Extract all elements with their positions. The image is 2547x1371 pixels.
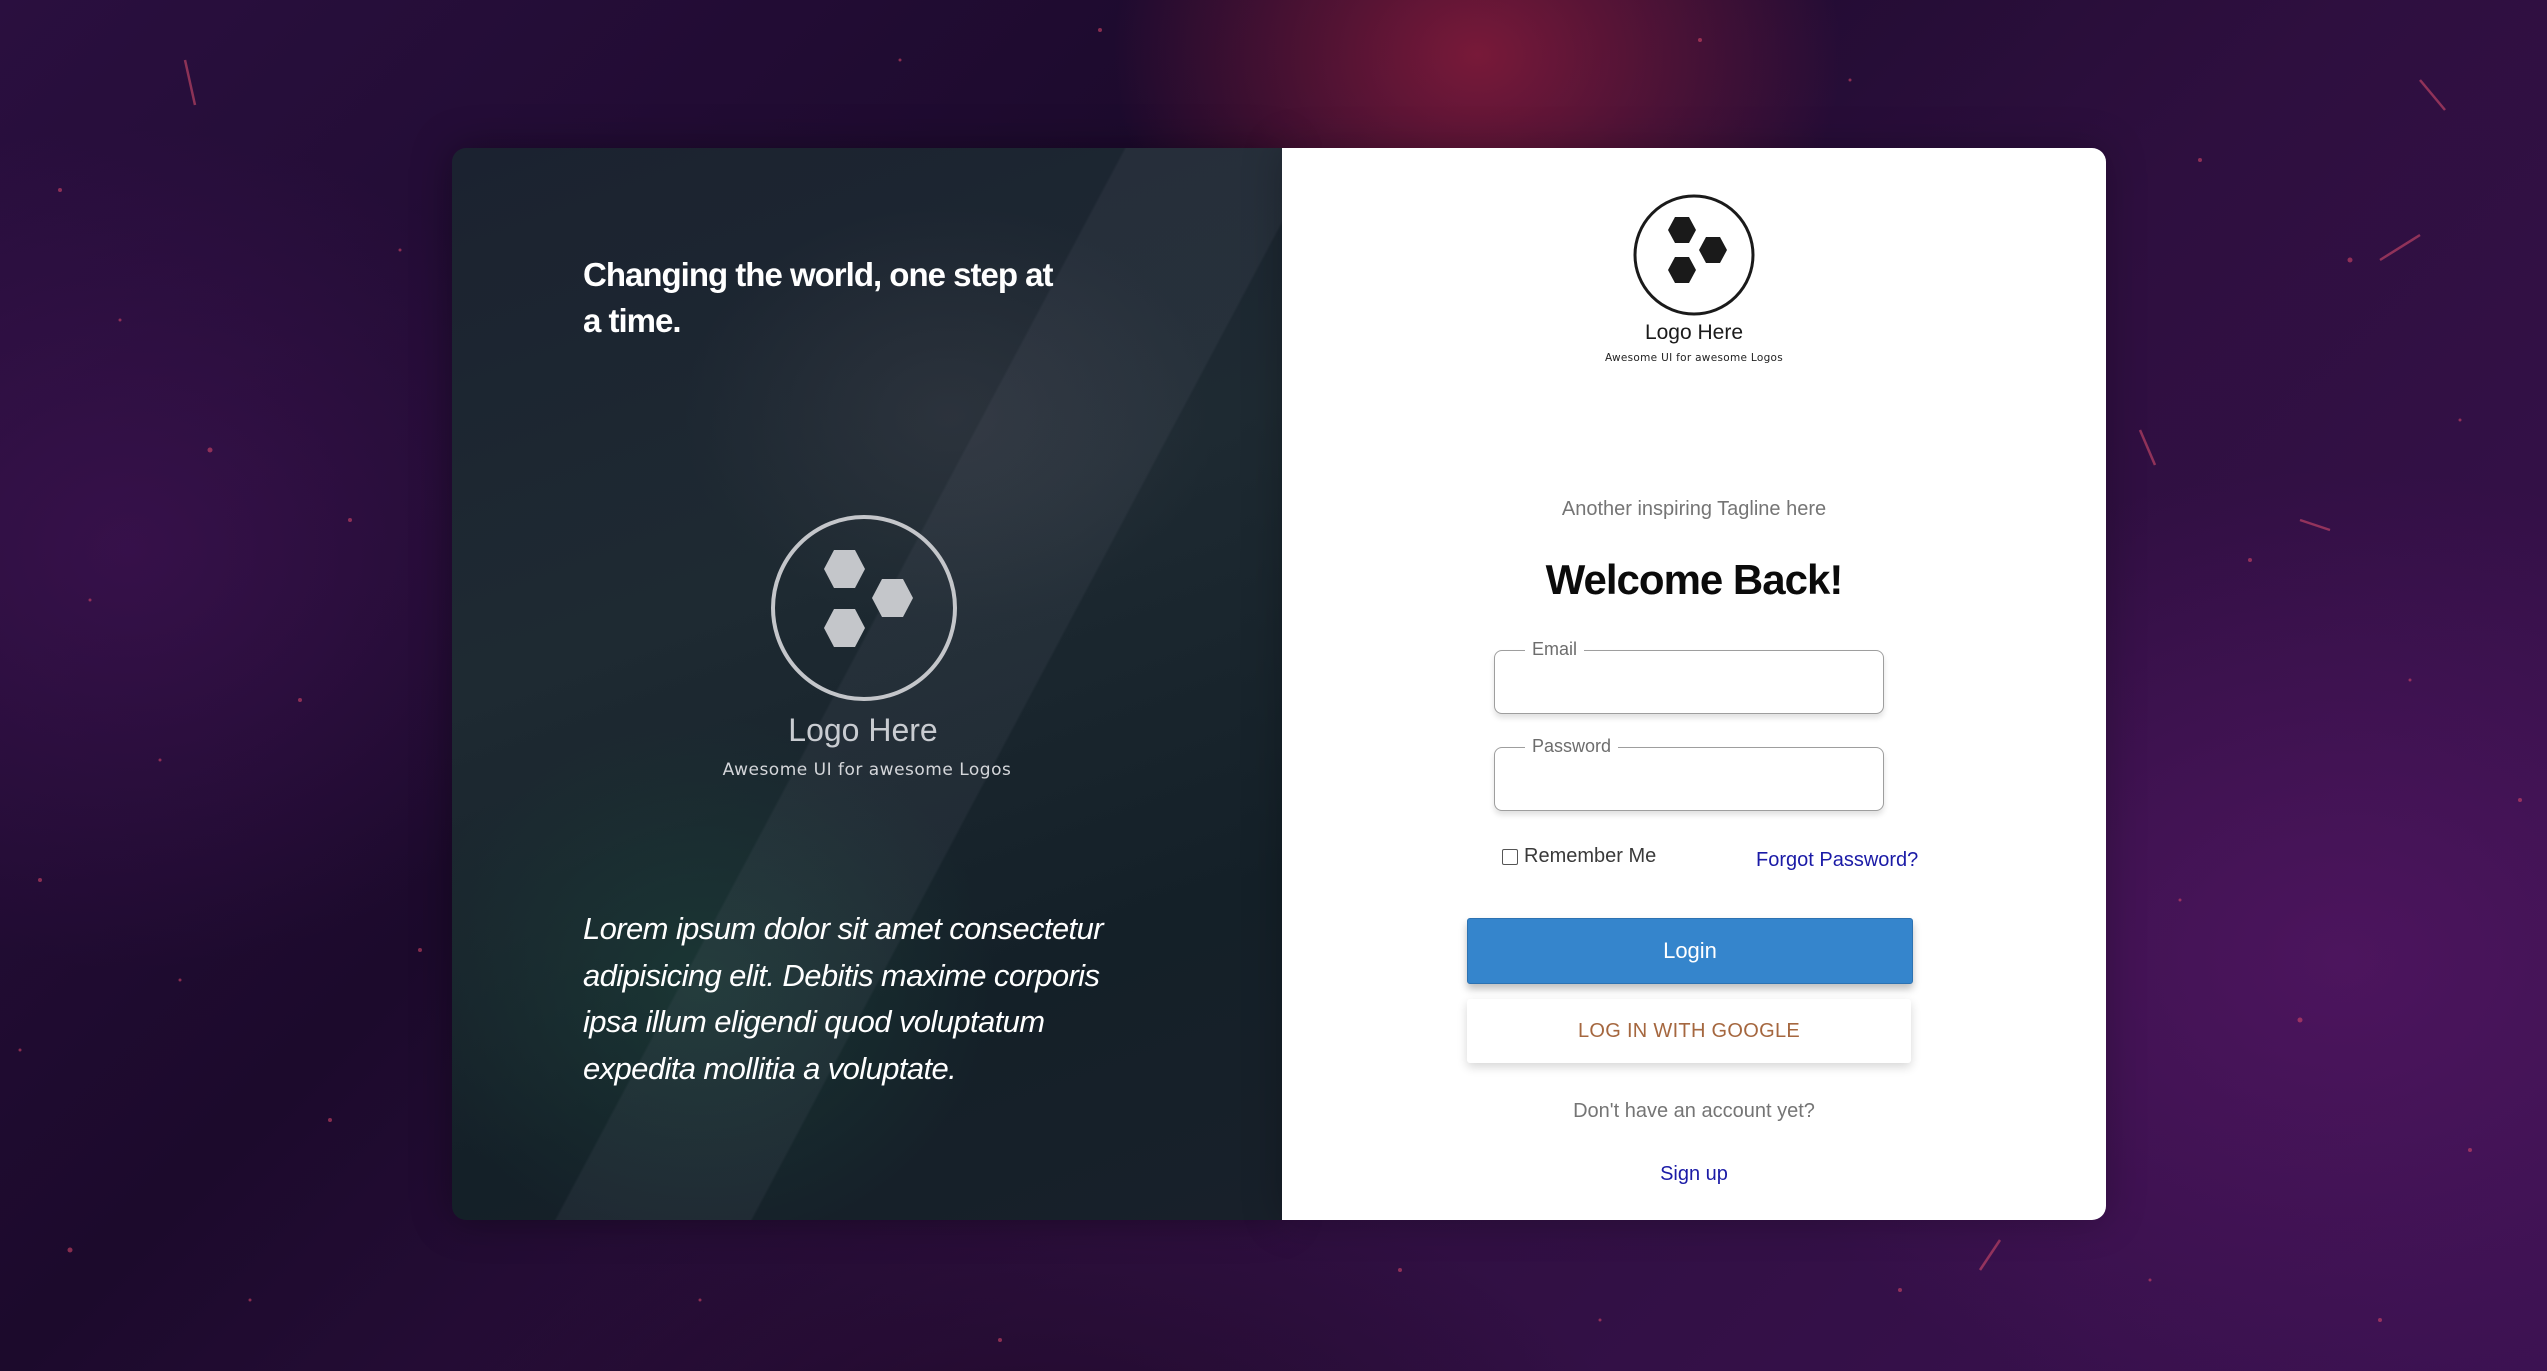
hero-heading: Changing the world, one step at a time. <box>583 256 1054 339</box>
remember-me-checkbox[interactable] <box>1502 848 1518 865</box>
hero-panel: Changing the world, one step at a time. … <box>452 148 1282 1220</box>
password-field[interactable]: Password <box>1494 735 1884 811</box>
email-input[interactable] <box>1495 651 1883 713</box>
login-card: Logo Here Awesome UI for awesome Logos A… <box>1282 148 2106 1220</box>
welcome-heading: Welcome Back! <box>1545 556 1844 603</box>
password-label: Password <box>1525 735 1619 757</box>
card-logo-title: Logo Here <box>1644 321 1744 344</box>
forgot-password-link[interactable]: Forgot Password? <box>1756 849 1918 872</box>
signup-container: Sign up <box>1282 1163 2106 1186</box>
hero-logo-title: Logo Here <box>788 712 938 748</box>
login-button[interactable]: Login <box>1467 918 1913 984</box>
signup-link[interactable]: Sign up <box>1660 1163 1728 1185</box>
remember-me-label: Remember Me <box>1524 845 1657 867</box>
google-login-button[interactable]: LOG IN WITH GOOGLE <box>1467 999 1911 1063</box>
password-input[interactable] <box>1495 748 1883 810</box>
remember-me[interactable]: Remember Me <box>1502 845 1656 868</box>
hexagon-cluster-icon <box>771 515 957 701</box>
tagline: Another inspiring Tagline here <box>1561 498 1827 520</box>
email-field[interactable]: Email <box>1494 638 1884 714</box>
hero-logo-subtitle: Awesome UI for awesome Logos <box>722 760 1012 780</box>
hero-quote: Lorem ipsum dolor sit amet consectetur a… <box>583 911 1104 1086</box>
hexagon-cluster-icon <box>1633 194 1755 316</box>
no-account-text: Don't have an account yet? <box>1573 1100 1815 1122</box>
email-label: Email <box>1525 638 1585 660</box>
card-logo-subtitle: Awesome UI for awesome Logos <box>1604 352 1784 364</box>
